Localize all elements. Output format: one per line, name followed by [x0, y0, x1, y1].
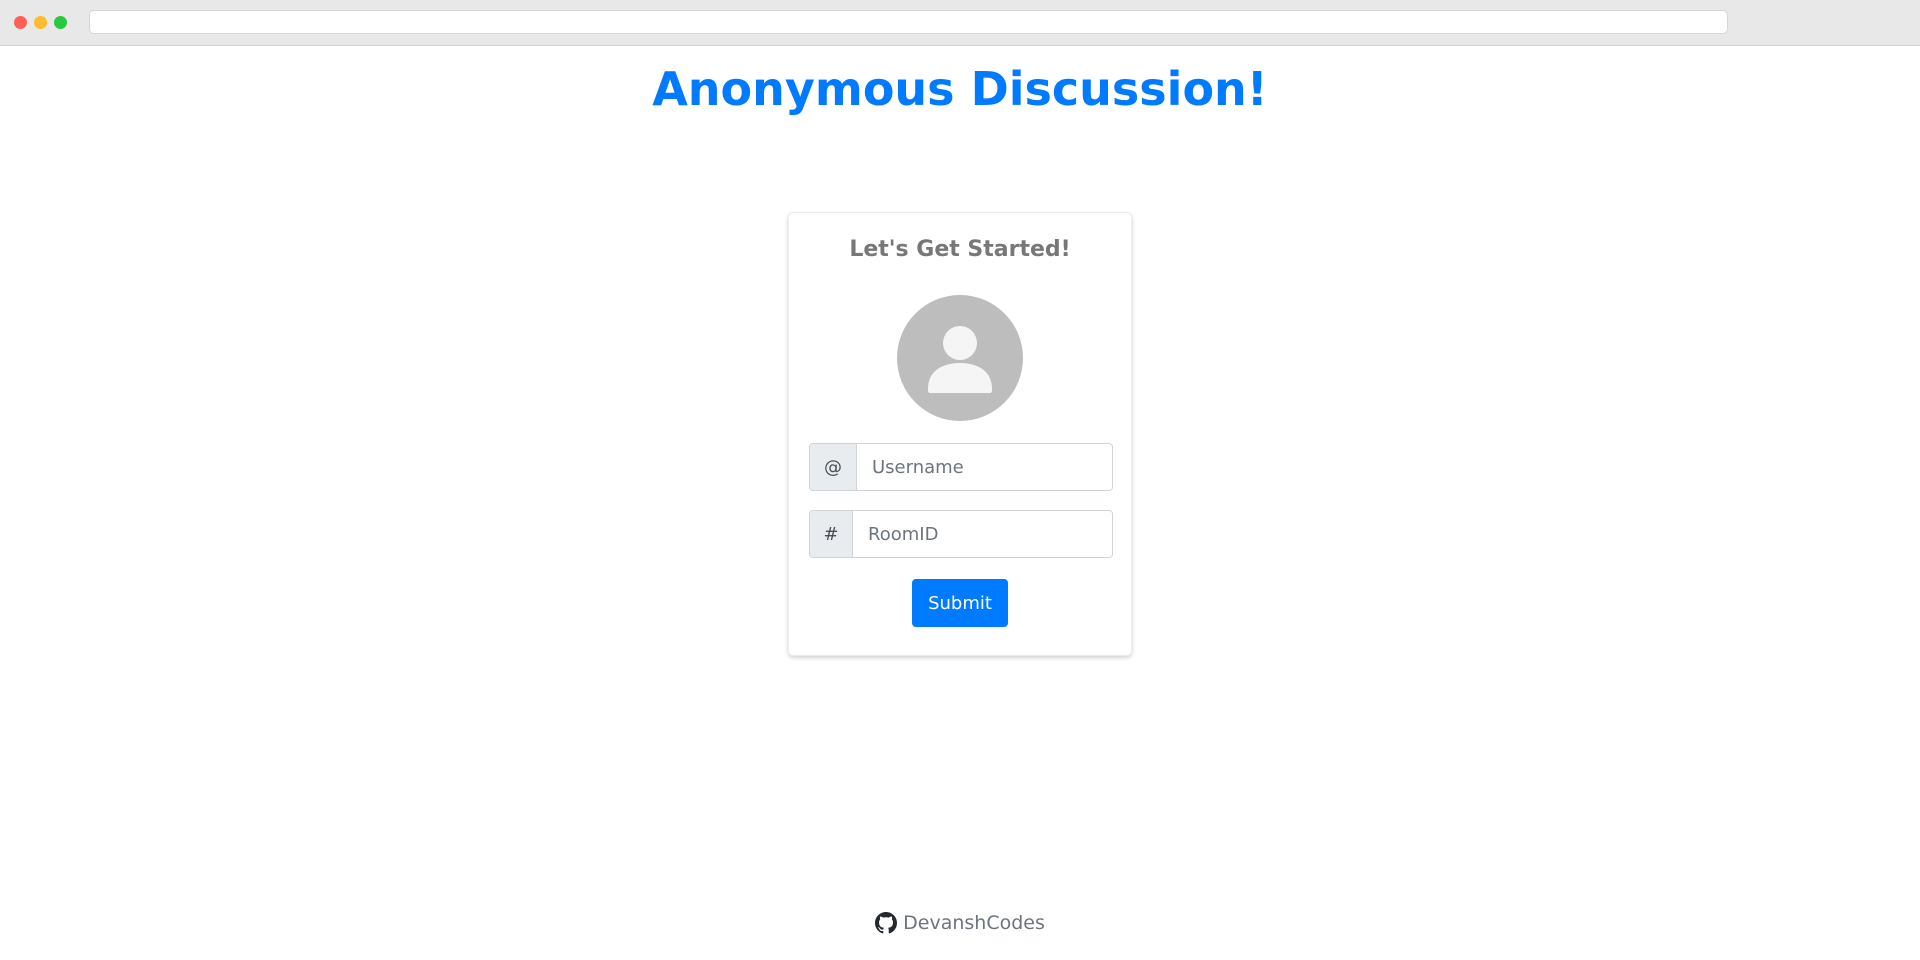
github-link-text: DevanshCodes — [903, 912, 1045, 934]
github-link[interactable]: DevanshCodes — [875, 912, 1045, 934]
card-heading: Let's Get Started! — [849, 237, 1071, 262]
window-maximize-button[interactable] — [54, 16, 67, 29]
window-minimize-button[interactable] — [34, 16, 47, 29]
address-bar[interactable] — [89, 10, 1728, 34]
roomid-prefix: # — [810, 511, 853, 557]
login-card: Let's Get Started! @ # Submit — [788, 212, 1132, 656]
username-input[interactable] — [857, 444, 1112, 490]
github-icon — [875, 912, 898, 934]
avatar — [897, 295, 1023, 421]
page-viewport: Anonymous Discussion! Let's Get Started!… — [0, 46, 1920, 960]
roomid-input-group: # — [809, 510, 1113, 558]
footer: DevanshCodes — [0, 912, 1920, 934]
page-title: Anonymous Discussion! — [652, 62, 1268, 116]
username-input-group: @ — [809, 443, 1113, 491]
roomid-input[interactable] — [853, 511, 1112, 557]
submit-button[interactable]: Submit — [912, 579, 1008, 627]
username-prefix: @ — [810, 444, 857, 490]
user-avatar-icon — [928, 326, 992, 393]
browser-chrome — [0, 0, 1920, 46]
window-close-button[interactable] — [14, 16, 27, 29]
